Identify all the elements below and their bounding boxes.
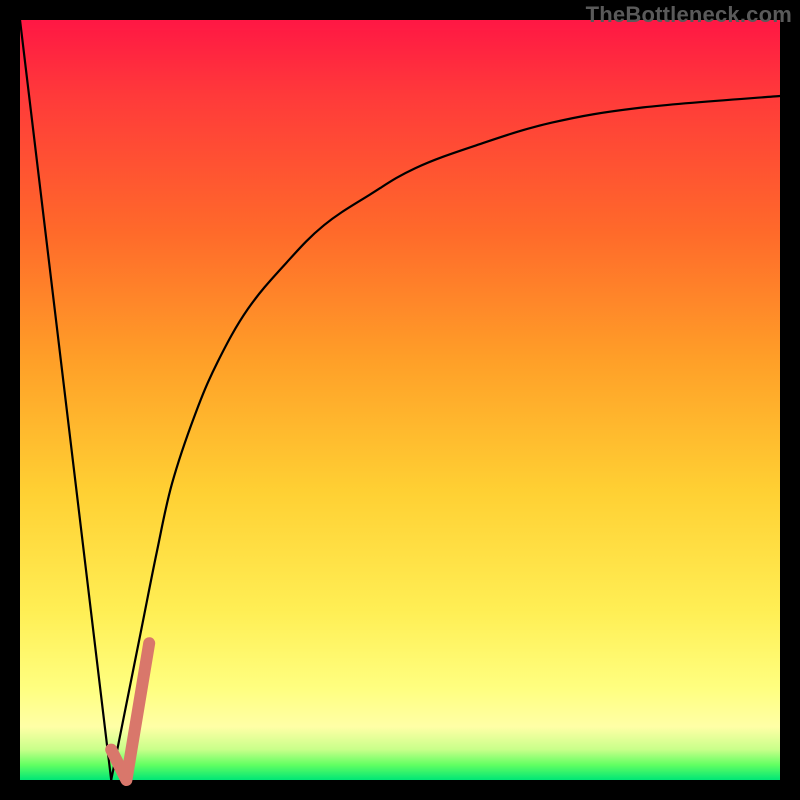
series-left-diagonal [20, 20, 111, 780]
chart-frame: TheBottleneck.com [0, 0, 800, 800]
watermark-text: TheBottleneck.com [586, 2, 792, 28]
chart-svg [20, 20, 780, 780]
highlight-marker [111, 643, 149, 780]
series-right-curve [111, 96, 780, 780]
